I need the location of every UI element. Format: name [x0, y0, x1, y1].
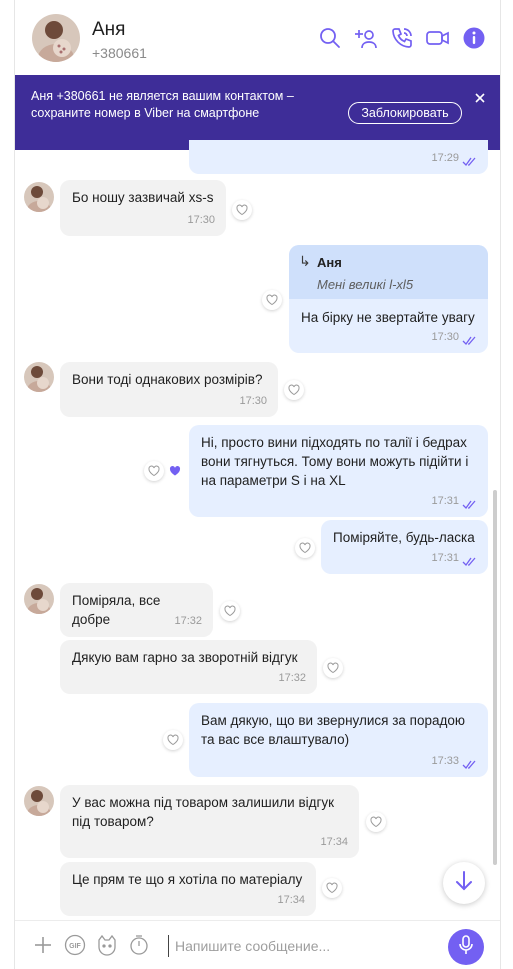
heart-icon[interactable]: [163, 730, 183, 750]
double-check-icon: [462, 154, 477, 167]
double-check-icon: [462, 554, 477, 567]
message-meta: 17:30: [187, 211, 215, 230]
search-icon[interactable]: [318, 26, 342, 50]
heart-icon[interactable]: [144, 461, 164, 481]
gif-icon[interactable]: GIF: [64, 934, 86, 956]
message-outgoing[interactable]: Вам дякую, що ви звернулися за порадою т…: [189, 703, 488, 777]
sender-avatar[interactable]: [24, 584, 54, 614]
heart-icon[interactable]: [322, 878, 342, 898]
double-check-icon: [462, 333, 477, 346]
chat-header: Аня +380661: [15, 0, 500, 75]
message-time: 17:30: [239, 395, 267, 407]
message-input[interactable]: [168, 935, 438, 957]
message-time: 17:32: [174, 615, 202, 627]
message-time: 17:29: [431, 152, 459, 164]
message-meta: 17:31: [431, 492, 477, 511]
message-text: Вам дякую, що ви звернулися за порадою т…: [201, 713, 466, 747]
message-text: Ні, просто вини підходять по талії і бед…: [201, 435, 469, 488]
plus-icon[interactable]: [32, 934, 54, 956]
heart-icon[interactable]: [366, 812, 386, 832]
heart-filled-icon[interactable]: [165, 461, 185, 481]
double-check-icon: [462, 497, 477, 510]
message-time: 17:31: [431, 552, 459, 564]
message-outgoing[interactable]: Ні, просто вини підходять по талії і бед…: [189, 425, 488, 517]
message-incoming[interactable]: Вони тоді однакових розмірів? 17:30: [60, 362, 278, 417]
voice-message-button[interactable]: [448, 929, 484, 965]
message-time: 17:31: [431, 495, 459, 507]
video-call-icon[interactable]: [426, 26, 450, 50]
reply-arrow-icon: ↳: [299, 253, 311, 269]
scroll-down-icon: [454, 870, 474, 897]
message-meta: 17:33: [431, 752, 477, 771]
message-meta: 17:34: [277, 891, 305, 910]
message-meta: 17:29: [431, 149, 477, 168]
message-incoming[interactable]: Дякую вам гарно за зворотній відгук 17:3…: [60, 640, 317, 694]
message-text: Бо ношу зазвичай xs-s: [72, 190, 214, 205]
message-outgoing-reply[interactable]: ↳ Аня Мені великі l-xl5 На бірку не звер…: [289, 245, 488, 353]
heart-icon[interactable]: [220, 601, 240, 621]
message-time: 17:34: [277, 894, 305, 906]
heart-icon[interactable]: [284, 380, 304, 400]
message-meta: 17:34: [320, 833, 348, 852]
message-outgoing[interactable]: Поміряйте, будь-ласка 17:31: [321, 520, 488, 574]
message-meta: 17:32: [174, 612, 202, 631]
message-incoming[interactable]: Поміряла, все добре 17:32: [60, 583, 213, 637]
unknown-contact-banner: Аня +380661 не является вашим контактом …: [15, 75, 500, 150]
message-meta: 17:31: [431, 549, 477, 568]
heart-icon[interactable]: [232, 200, 252, 220]
heart-icon[interactable]: [262, 290, 282, 310]
message-text: Вони тоді однакових розмірів?: [72, 372, 263, 387]
message-time: 17:34: [320, 836, 348, 848]
message-time: 17:32: [278, 672, 306, 684]
close-icon[interactable]: [474, 91, 486, 103]
double-check-icon: [462, 757, 477, 770]
message-incoming[interactable]: У вас можна під товаром залишили відгук …: [60, 785, 359, 858]
message-text: Це прям те що я хотіла по матеріалу: [72, 872, 303, 887]
message-composer: GIF: [15, 920, 500, 969]
microphone-icon: [458, 934, 474, 960]
chat-window: Аня +380661 Аня +380661 не является ваши…: [14, 0, 501, 969]
message-time: 17:30: [187, 214, 215, 226]
sticker-icon[interactable]: [96, 934, 118, 956]
message-text: У вас можна під товаром залишили відгук …: [72, 795, 335, 829]
contact-phone: +380661: [92, 45, 147, 61]
quoted-reply[interactable]: ↳ Аня Мені великі l-xl5: [289, 245, 488, 299]
message-meta: 17:32: [278, 669, 306, 688]
header-actions: [318, 26, 486, 50]
reply-quote: Мені великі l-xl5: [317, 277, 414, 292]
message-text: На бірку не звертайте увагу: [301, 310, 475, 325]
timer-icon[interactable]: [128, 934, 150, 956]
contact-avatar[interactable]: [32, 14, 80, 62]
scrollbar-thumb[interactable]: [493, 490, 497, 865]
heart-icon[interactable]: [323, 658, 343, 678]
message-outgoing[interactable]: 17:29: [189, 140, 488, 174]
message-meta: 17:30: [239, 392, 267, 411]
message-meta: 17:30: [431, 328, 477, 347]
sender-avatar[interactable]: [24, 182, 54, 212]
svg-text:GIF: GIF: [69, 943, 81, 950]
sender-avatar[interactable]: [24, 362, 54, 392]
message-time: 17:30: [431, 331, 459, 343]
message-text: Дякую вам гарно за зворотній відгук: [72, 650, 298, 665]
reply-author: Аня: [317, 255, 342, 270]
heart-icon[interactable]: [295, 538, 315, 558]
message-incoming[interactable]: Бо ношу зазвичай xs-s 17:30: [60, 180, 226, 236]
block-button[interactable]: Заблокировать: [348, 102, 462, 124]
message-incoming[interactable]: Це прям те що я хотіла по матеріалу 17:3…: [60, 862, 316, 916]
banner-text: Аня +380661 не является вашим контактом …: [31, 89, 294, 120]
message-time: 17:33: [431, 755, 459, 767]
message-text: Поміряйте, будь-ласка: [333, 530, 475, 545]
info-icon[interactable]: [462, 26, 486, 50]
call-icon[interactable]: [390, 26, 414, 50]
scroll-down-button[interactable]: [443, 862, 485, 904]
add-participant-icon[interactable]: [354, 26, 378, 50]
contact-name: Аня: [92, 19, 126, 40]
sender-avatar[interactable]: [24, 786, 54, 816]
